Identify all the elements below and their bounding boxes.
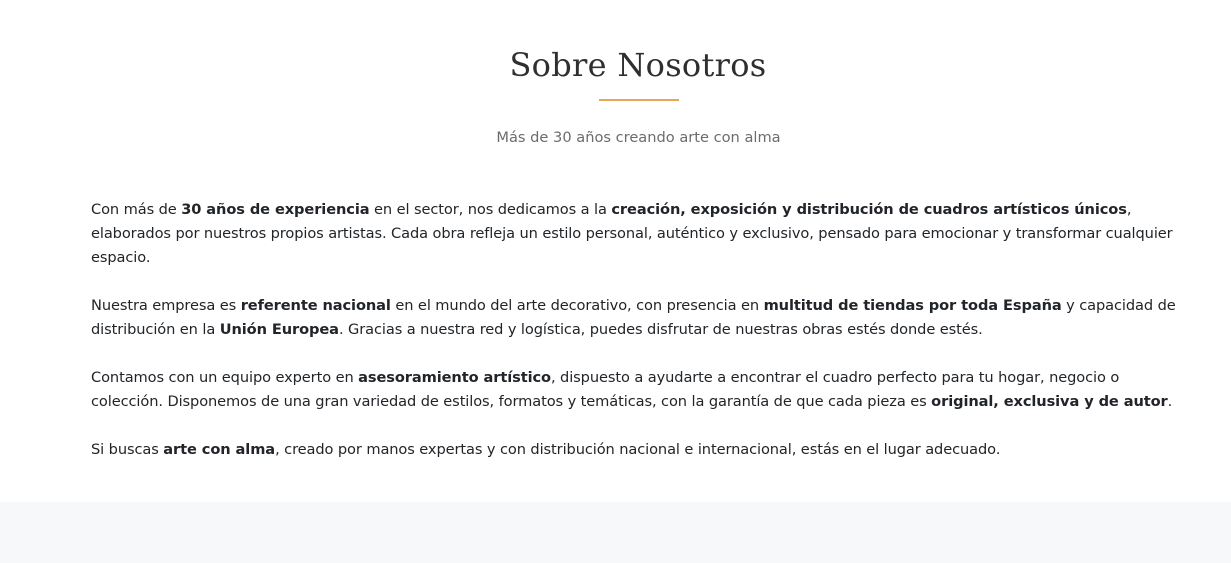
paragraph-text: Nuestra empresa es bbox=[91, 297, 241, 314]
paragraph-highlight: creación, exposición y distribución de c… bbox=[611, 201, 1127, 218]
paragraph-highlight: asesoramiento artístico bbox=[358, 369, 551, 386]
paragraph-highlight: original, exclusiva y de autor bbox=[931, 393, 1168, 410]
paragraph-text: . bbox=[1167, 393, 1173, 410]
paragraph-highlight: referente nacional bbox=[240, 297, 391, 314]
next-section-band bbox=[0, 502, 1231, 563]
title-divider bbox=[599, 99, 679, 101]
paragraph-text: Contamos con un equipo experto en bbox=[91, 369, 359, 386]
about-paragraph: Nuestra empresa es referente nacional en… bbox=[91, 294, 1191, 342]
paragraph-text: . Gracias a nuestra red y logística, pue… bbox=[338, 321, 983, 338]
about-section: Sobre Nosotros Más de 30 años creando ar… bbox=[0, 0, 1231, 502]
paragraph-highlight: 30 años de experiencia bbox=[181, 201, 370, 218]
paragraph-text: Si buscas bbox=[91, 441, 164, 458]
paragraph-text: Con más de bbox=[91, 201, 182, 218]
paragraph-highlight: multitud de tiendas por toda España bbox=[763, 297, 1062, 314]
section-subtitle: Más de 30 años creando arte con alma bbox=[496, 129, 781, 146]
about-paragraph: Contamos con un equipo experto en asesor… bbox=[91, 366, 1191, 414]
paragraph-text: en el sector, nos dedicamos a la bbox=[369, 201, 612, 218]
paragraph-highlight: Unión Europea bbox=[219, 321, 339, 338]
paragraph-highlight: arte con alma bbox=[163, 441, 276, 458]
about-paragraph: Con más de 30 años de experiencia en el … bbox=[91, 198, 1191, 270]
section-title: Sobre Nosotros bbox=[509, 46, 767, 84]
about-paragraph: Si buscas arte con alma, creado por mano… bbox=[91, 438, 1191, 462]
paragraph-text: , creado por manos expertas y con distri… bbox=[275, 441, 1001, 458]
about-content: Con más de 30 años de experiencia en el … bbox=[91, 198, 1191, 486]
paragraph-text: en el mundo del arte decorativo, con pre… bbox=[390, 297, 764, 314]
